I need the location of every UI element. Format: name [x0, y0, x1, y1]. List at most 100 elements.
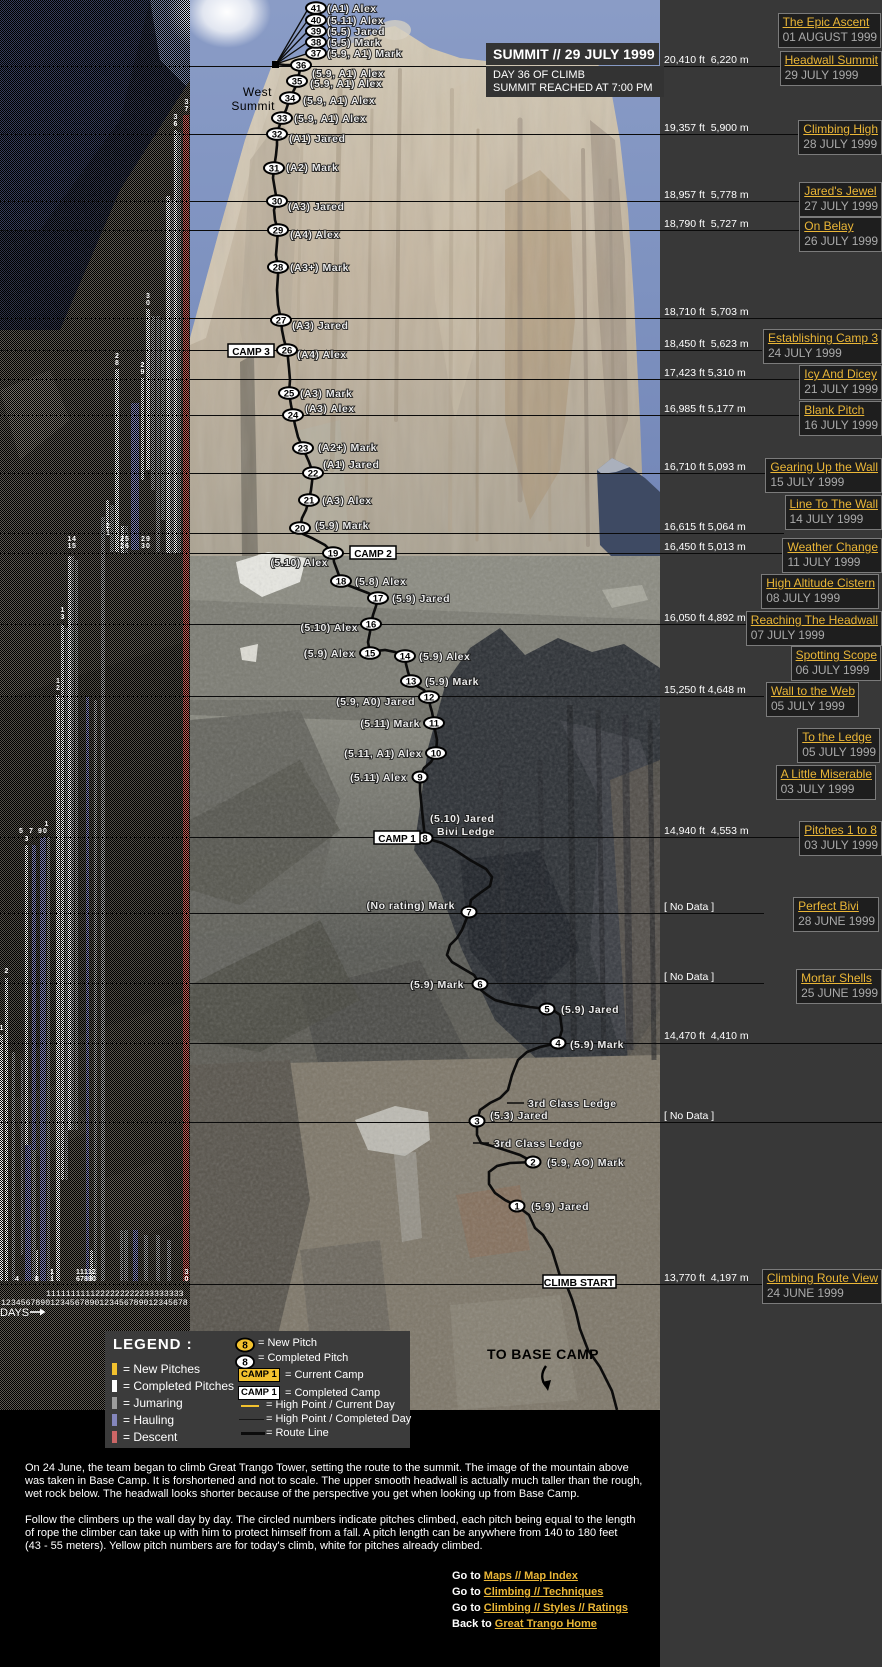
svg-text:(A1) Alex: (A1) Alex — [327, 3, 377, 15]
svg-text:CAMP 3: CAMP 3 — [232, 347, 270, 358]
svg-text:3: 3 — [146, 293, 150, 300]
svg-text:2: 2 — [92, 1269, 96, 1276]
svg-text:(5.9) Mark: (5.9) Mark — [425, 676, 479, 688]
svg-text:CAMP 2: CAMP 2 — [354, 549, 392, 560]
svg-text:3rd Class Ledge: 3rd Class Ledge — [528, 1098, 617, 1110]
svg-text:5: 5 — [544, 1005, 550, 1016]
svg-text:38: 38 — [311, 38, 322, 49]
svg-text:(5.9) Alex: (5.9) Alex — [419, 651, 470, 663]
svg-text:3: 3 — [185, 99, 189, 106]
svg-text:2: 2 — [106, 523, 110, 530]
svg-text:(A2+) Mark: (A2+) Mark — [318, 442, 377, 454]
svg-text:(5.9) Jared: (5.9) Jared — [561, 1004, 619, 1016]
svg-text:14: 14 — [400, 652, 411, 663]
svg-text:32: 32 — [272, 130, 283, 141]
svg-text:West: West — [243, 85, 272, 99]
svg-text:3: 3 — [174, 114, 178, 121]
svg-text:(5.9) Mark: (5.9) Mark — [410, 979, 464, 991]
svg-text:(5.11, A1) Alex: (5.11, A1) Alex — [344, 748, 422, 760]
svg-text:(5.9) Jared: (5.9) Jared — [392, 593, 450, 605]
svg-text:(5.9, AO) Mark: (5.9, AO) Mark — [547, 1157, 624, 1169]
svg-text:(A2) Mark: (A2) Mark — [286, 162, 338, 174]
svg-text:(5.9) Jared: (5.9) Jared — [531, 1201, 589, 1213]
svg-text:(A1) Jared: (A1) Jared — [323, 459, 379, 471]
svg-text:23: 23 — [298, 444, 309, 455]
svg-text:22: 22 — [308, 469, 319, 480]
svg-text:(5.9, A1) Alex: (5.9, A1) Alex — [312, 68, 384, 80]
svg-text:(5.11) Alex: (5.11) Alex — [350, 772, 407, 784]
svg-text:3: 3 — [185, 1269, 189, 1276]
svg-text:(5.9, A1) Alex: (5.9, A1) Alex — [294, 113, 366, 125]
svg-text:(A4) Alex: (A4) Alex — [290, 229, 340, 241]
svg-text:(5.9) Mark: (5.9) Mark — [570, 1039, 624, 1051]
svg-text:10: 10 — [431, 749, 442, 760]
svg-text:24: 24 — [288, 411, 299, 422]
svg-text:CAMP 1: CAMP 1 — [378, 834, 416, 845]
svg-text:31: 31 — [269, 164, 280, 175]
svg-text:4: 4 — [15, 1276, 19, 1283]
svg-text:2: 2 — [530, 1158, 535, 1169]
svg-text:3rd Class Ledge: 3rd Class Ledge — [494, 1138, 583, 1150]
svg-text:29: 29 — [273, 226, 284, 237]
svg-text:(5.11) Mark: (5.11) Mark — [360, 718, 420, 730]
svg-text:1: 1 — [45, 821, 49, 828]
svg-text:1: 1 — [50, 1269, 54, 1276]
svg-text:2: 2 — [115, 353, 119, 360]
svg-text:2: 2 — [56, 685, 60, 692]
svg-text:20: 20 — [295, 524, 306, 535]
svg-text:6: 6 — [125, 543, 129, 550]
svg-text:30: 30 — [272, 197, 283, 208]
svg-text:25: 25 — [284, 389, 295, 400]
svg-text:2: 2 — [141, 362, 145, 369]
svg-text:(A3) Jared: (A3) Jared — [288, 201, 344, 213]
svg-text:9: 9 — [38, 828, 42, 835]
svg-text:2: 2 — [5, 968, 9, 975]
svg-text:7: 7 — [466, 908, 471, 919]
svg-text:7: 7 — [29, 828, 33, 835]
svg-text:9: 9 — [146, 536, 150, 543]
svg-text:0: 0 — [146, 300, 150, 307]
svg-text:(A3) Alex: (A3) Alex — [322, 495, 372, 507]
svg-text:(5.10) Alex: (5.10) Alex — [300, 622, 358, 634]
svg-text:(5.9) Alex: (5.9) Alex — [304, 648, 355, 660]
svg-text:(5.11) Alex: (5.11) Alex — [327, 15, 384, 27]
svg-text:(5.5) Jared: (5.5) Jared — [327, 26, 385, 38]
svg-text:0: 0 — [185, 1276, 189, 1283]
svg-text:2: 2 — [120, 543, 124, 550]
svg-text:(A3) Mark: (A3) Mark — [300, 388, 352, 400]
svg-text:1111111111222222222233333333: 1111111111222222222233333333 — [46, 1290, 184, 1299]
svg-text:TO BASE CAMP: TO BASE CAMP — [487, 1346, 599, 1362]
svg-text:0: 0 — [43, 828, 47, 835]
svg-text:8: 8 — [35, 1276, 39, 1283]
svg-text:33: 33 — [277, 114, 288, 125]
svg-text:37: 37 — [311, 49, 322, 60]
svg-text:Bivi Ledge: Bivi Ledge — [437, 826, 495, 838]
svg-text:15: 15 — [365, 649, 376, 660]
svg-text:5: 5 — [72, 543, 76, 550]
svg-text:41: 41 — [311, 4, 322, 15]
svg-text:1: 1 — [61, 607, 65, 614]
svg-text:28: 28 — [273, 263, 284, 274]
svg-text:0: 0 — [92, 1276, 96, 1283]
svg-text:1: 1 — [68, 536, 72, 543]
svg-text:26: 26 — [282, 346, 293, 357]
svg-text:17: 17 — [373, 594, 384, 605]
svg-text:1: 1 — [50, 1276, 54, 1283]
svg-text:5: 5 — [125, 536, 129, 543]
svg-text:1: 1 — [56, 678, 60, 685]
svg-text:4: 4 — [555, 1039, 561, 1050]
svg-text:(A3+) Mark: (A3+) Mark — [290, 262, 349, 274]
svg-text:21: 21 — [304, 496, 315, 507]
svg-text:3: 3 — [61, 614, 65, 621]
svg-text:5: 5 — [19, 828, 23, 835]
svg-text:4: 4 — [72, 536, 76, 543]
svg-text:CLIMB START: CLIMB START — [544, 1277, 615, 1289]
svg-text:9: 9 — [141, 369, 145, 376]
svg-text:(A1) Jared: (A1) Jared — [289, 133, 345, 145]
svg-text:16: 16 — [366, 620, 377, 631]
svg-text:(A3) Jared: (A3) Jared — [292, 320, 348, 332]
svg-text:(5.9, A1) Mark: (5.9, A1) Mark — [327, 48, 402, 60]
svg-text:6: 6 — [477, 980, 482, 991]
svg-text:2: 2 — [141, 536, 145, 543]
svg-text:2: 2 — [120, 536, 124, 543]
